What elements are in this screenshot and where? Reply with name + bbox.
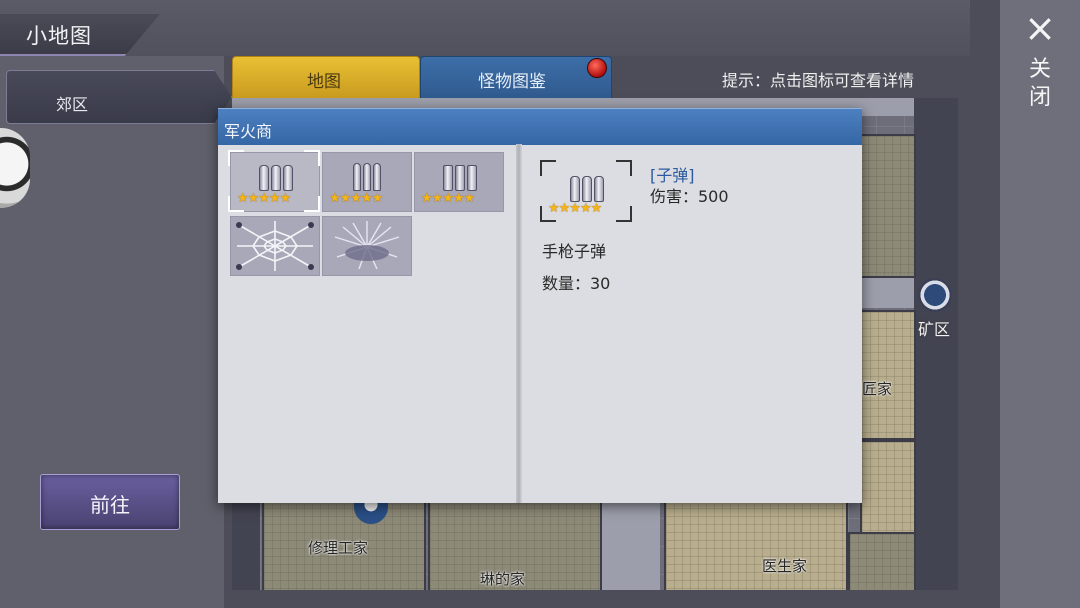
close-icon[interactable]: ×	[1020, 8, 1060, 48]
bullets-icon	[443, 165, 477, 191]
star-rating: ★★★★★	[329, 191, 383, 206]
selection-frame	[228, 150, 320, 212]
map-building	[858, 134, 916, 278]
star-rating: ★★★★★	[421, 191, 475, 206]
map-building	[848, 532, 916, 590]
window-title: 小地图	[26, 24, 92, 48]
dialog-title: 军火商	[224, 122, 273, 141]
exit-arrow-icon[interactable]	[918, 278, 952, 312]
map-building-doctor[interactable]	[664, 498, 848, 590]
map-label-crafter: 匠家	[862, 380, 893, 398]
detail-star-rating: ★★★★★	[548, 201, 602, 216]
item-slot[interactable]: ★★★★★	[322, 152, 412, 212]
spike-trap-icon	[334, 221, 400, 270]
item-slot[interactable]: ★★★★★	[414, 152, 504, 212]
map-edge-wall	[232, 498, 260, 590]
map-building-crafter[interactable]	[860, 310, 916, 440]
map-road	[858, 278, 914, 308]
notification-dot-icon	[587, 58, 607, 78]
area-list-item-label: 郊区	[56, 95, 89, 114]
map-label-lin: 琳的家	[480, 570, 526, 588]
item-slot[interactable]	[322, 216, 412, 276]
exit-label: 矿区	[918, 320, 951, 339]
dialog-divider	[516, 144, 522, 503]
detail-item-icon: ★★★★★	[540, 160, 632, 222]
map-road	[602, 498, 660, 590]
map-label-doctor: 医生家	[762, 557, 808, 575]
item-quantity: 数量：30	[542, 274, 611, 293]
dialog-title-bar	[218, 108, 862, 145]
map-building	[860, 440, 916, 536]
item-slot[interactable]	[230, 216, 320, 276]
close-label[interactable]: 关闭	[1028, 56, 1052, 112]
item-damage: 伤害：500	[650, 187, 729, 206]
area-list-item-suburb[interactable]	[6, 70, 232, 124]
tab-monster-guide-label: 怪物图鉴	[478, 72, 546, 92]
item-description: 手枪子弹	[542, 242, 607, 261]
tab-map-label: 地图	[307, 72, 341, 92]
goto-button-label: 前往	[90, 493, 130, 517]
hint-text: 提示：点击图标可查看详情	[722, 71, 915, 90]
map-label-repair: 修理工家	[308, 539, 369, 557]
bullets-icon	[570, 176, 604, 202]
map-edge-wall	[914, 98, 958, 590]
spider-web-icon	[236, 221, 314, 271]
bullets-icon	[353, 163, 381, 191]
